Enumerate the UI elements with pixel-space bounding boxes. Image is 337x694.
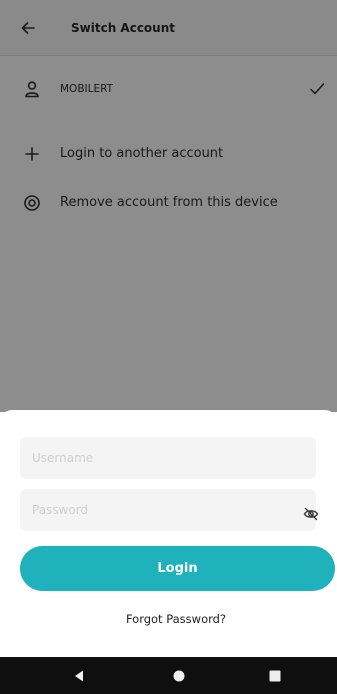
login-bottom-sheet: Login Forgot Password? (0, 410, 337, 657)
forgot-password-link[interactable]: Forgot Password? (0, 612, 337, 626)
eye-off-icon[interactable] (303, 506, 319, 522)
app-bar: Switch Account (0, 0, 337, 56)
page-title: Switch Account (71, 21, 175, 35)
login-button[interactable]: Login (20, 546, 335, 591)
dimmed-background[interactable]: Switch Account MOBILERT Login to another… (0, 0, 337, 412)
recents-square-icon[interactable] (268, 668, 282, 682)
login-another-account-item[interactable]: Login to another account (0, 134, 337, 174)
system-navigation-bar (0, 657, 337, 694)
plus-icon (23, 145, 41, 163)
arrow-left-icon[interactable] (20, 20, 36, 36)
home-circle-icon[interactable] (172, 668, 186, 682)
remove-account-label: Remove account from this device (60, 195, 278, 210)
back-triangle-icon[interactable] (72, 668, 86, 682)
account-name: MOBILERT (60, 83, 114, 95)
account-item-mobilert[interactable]: MOBILERT (0, 69, 337, 109)
switch-account-screen: Switch Account MOBILERT Login to another… (0, 0, 337, 694)
remove-account-item[interactable]: Remove account from this device (0, 183, 337, 223)
user-icon (23, 80, 41, 98)
checkmark-icon (309, 81, 325, 97)
username-input[interactable] (20, 437, 316, 479)
login-another-account-label: Login to another account (60, 146, 224, 161)
password-input[interactable] (20, 489, 316, 531)
remove-target-icon (23, 194, 41, 212)
